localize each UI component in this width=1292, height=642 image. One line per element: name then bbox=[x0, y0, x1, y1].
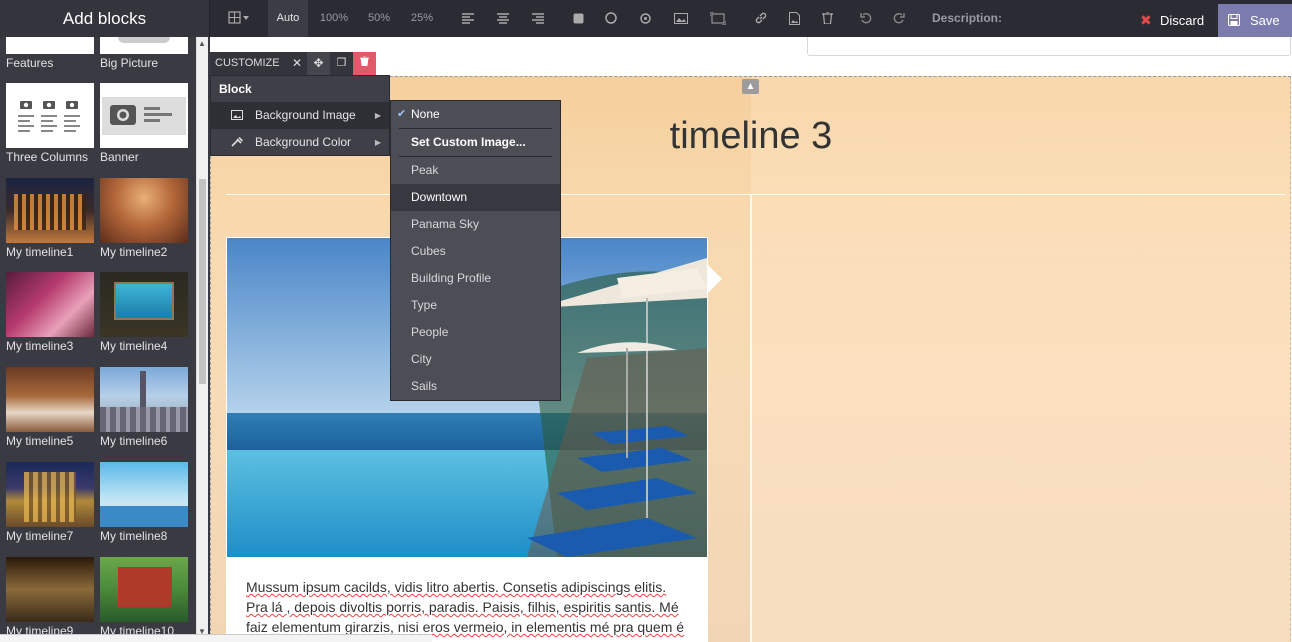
clone-icon[interactable]: ❐ bbox=[330, 52, 353, 75]
resize-icon[interactable] bbox=[707, 0, 729, 37]
caret-right-icon: ▶ bbox=[374, 138, 381, 147]
description-label: Description: bbox=[932, 11, 1003, 25]
trash-icon[interactable] bbox=[353, 52, 376, 75]
check-icon: ✔ bbox=[397, 108, 407, 120]
block-thumbnail bbox=[6, 557, 94, 622]
move-icon[interactable]: ✥ bbox=[307, 52, 330, 75]
block-thumbnail bbox=[6, 462, 94, 527]
bg-option-none[interactable]: ✔ None bbox=[391, 101, 560, 128]
scroll-up-icon[interactable]: ▲ bbox=[198, 39, 206, 48]
bg-option-cubes[interactable]: Cubes bbox=[391, 238, 560, 265]
block-options-menu: Block Background Image ▶ Background Colo… bbox=[210, 75, 390, 156]
scrollbar-thumb[interactable] bbox=[199, 179, 206, 384]
block-label: My timeline3 bbox=[6, 339, 74, 353]
menu-item-label: Background Image bbox=[255, 108, 356, 122]
image-icon bbox=[231, 110, 243, 120]
circle-shape-icon[interactable] bbox=[601, 0, 621, 37]
bg-option-people[interactable]: People bbox=[391, 319, 560, 346]
align-left-icon[interactable] bbox=[458, 0, 478, 37]
blocks-scrollbar[interactable]: ▲ ▼ bbox=[196, 37, 208, 642]
editor-toolbar: Add blocks Auto 100% 50% 25% Description… bbox=[0, 0, 1292, 37]
move-up-icon[interactable]: ▲ bbox=[742, 79, 759, 94]
card-text-line: Pra lá , depois divoltis porris, paradis… bbox=[246, 599, 679, 615]
block-label: My timeline7 bbox=[6, 529, 74, 543]
bg-option-peak[interactable]: Peak bbox=[391, 157, 560, 184]
floppy-icon bbox=[1228, 14, 1240, 26]
block-thumbnail bbox=[100, 178, 188, 243]
insert-menu-button[interactable] bbox=[220, 0, 258, 37]
block-label: My timeline5 bbox=[6, 434, 74, 448]
link-icon[interactable] bbox=[751, 0, 771, 37]
discard-button[interactable]: ✖ Discard bbox=[1130, 4, 1218, 37]
card-text-line: Mussum ipsum cacilds, vidis litro aberti… bbox=[246, 579, 667, 595]
block-label: My timeline1 bbox=[6, 245, 74, 259]
bg-option-sails[interactable]: Sails bbox=[391, 373, 560, 400]
eyedropper-icon bbox=[231, 137, 243, 147]
previous-block[interactable] bbox=[807, 37, 1291, 56]
block-thumbnail bbox=[6, 178, 94, 243]
zoom-100-button[interactable]: 100% bbox=[313, 0, 355, 37]
background-image-submenu: ✔ None Set Custom Image... Peak Downtown… bbox=[390, 100, 561, 401]
block-label: Three Columns bbox=[6, 150, 89, 164]
save-label: Save bbox=[1250, 13, 1280, 28]
close-icon[interactable]: ✕ bbox=[288, 52, 306, 75]
menu-title: Block bbox=[219, 82, 252, 96]
block-thumbnail bbox=[100, 462, 188, 527]
close-icon: ✖ bbox=[1140, 12, 1152, 28]
status-bar bbox=[0, 634, 432, 642]
bg-option-custom[interactable]: Set Custom Image... bbox=[391, 129, 560, 156]
discard-label: Discard bbox=[1160, 13, 1205, 28]
redo-icon[interactable] bbox=[889, 0, 909, 37]
block-label: Big Picture bbox=[100, 56, 159, 70]
timeline-section[interactable]: ▲ timeline 3 Mussum ipsum cacilds, vidis… bbox=[210, 76, 1291, 642]
square-shape-icon[interactable] bbox=[568, 0, 588, 37]
block-label: My timeline4 bbox=[100, 339, 168, 353]
block-thumbnail bbox=[100, 557, 188, 622]
caret-right-icon: ▶ bbox=[374, 111, 381, 120]
block-label: My timeline6 bbox=[100, 434, 168, 448]
bg-option-building-profile[interactable]: Building Profile bbox=[391, 265, 560, 292]
block-thumbnail bbox=[6, 37, 94, 54]
block-thumbnail bbox=[100, 367, 188, 432]
block-label: Banner bbox=[100, 150, 139, 164]
block-thumbnail bbox=[100, 83, 188, 148]
timeline-card-text[interactable]: Mussum ipsum cacilds, vidis litro aberti… bbox=[246, 577, 694, 637]
block-label: Features bbox=[6, 56, 54, 70]
card-pointer bbox=[708, 265, 722, 293]
gear-shape-icon[interactable] bbox=[635, 0, 655, 37]
image-icon[interactable] bbox=[671, 0, 691, 37]
timeline-line bbox=[750, 195, 752, 642]
align-center-icon[interactable] bbox=[493, 0, 513, 37]
undo-icon[interactable] bbox=[856, 0, 876, 37]
save-button[interactable]: Save bbox=[1218, 4, 1292, 37]
menu-item-background-color[interactable]: Background Color ▶ bbox=[211, 129, 389, 156]
bg-option-downtown[interactable]: Downtown bbox=[391, 184, 560, 211]
bg-option-type[interactable]: Type bbox=[391, 292, 560, 319]
menu-item-label: Background Color bbox=[255, 135, 352, 149]
block-thumbnail bbox=[6, 272, 94, 337]
grid-icon bbox=[228, 11, 249, 24]
block-thumbnail bbox=[100, 272, 188, 337]
block-label: My timeline2 bbox=[100, 245, 168, 259]
zoom-auto-button[interactable]: Auto bbox=[268, 0, 308, 37]
file-image-icon[interactable] bbox=[784, 0, 804, 37]
trash-icon[interactable] bbox=[817, 0, 837, 37]
bg-option-panama-sky[interactable]: Panama Sky bbox=[391, 211, 560, 238]
block-thumbnail bbox=[100, 37, 188, 54]
block-thumbnail bbox=[6, 367, 94, 432]
divider bbox=[226, 194, 1286, 195]
align-right-icon[interactable] bbox=[528, 0, 548, 37]
block-thumbnail bbox=[6, 83, 94, 148]
blocks-panel: Features Big Picture Three Columns Banne… bbox=[0, 37, 210, 642]
block-label: My timeline8 bbox=[100, 529, 168, 543]
bg-option-city[interactable]: City bbox=[391, 346, 560, 373]
menu-item-background-image[interactable]: Background Image ▶ bbox=[211, 102, 389, 129]
add-blocks-title: Add blocks bbox=[0, 0, 210, 37]
zoom-25-button[interactable]: 25% bbox=[403, 0, 441, 37]
zoom-50-button[interactable]: 50% bbox=[360, 0, 398, 37]
